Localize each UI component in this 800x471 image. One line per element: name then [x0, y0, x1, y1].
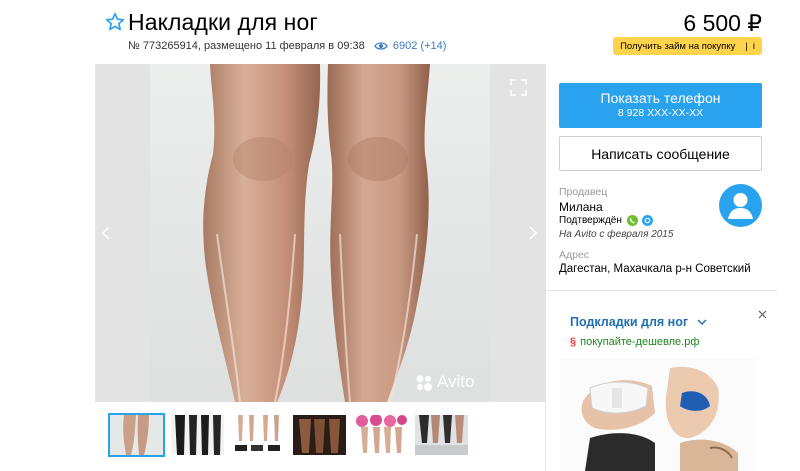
write-message-button[interactable]: Написать сообщение: [559, 136, 762, 171]
thumbnail-6[interactable]: [415, 415, 468, 455]
photo-gallery[interactable]: [95, 64, 546, 402]
seller-label: Продавец: [559, 186, 608, 198]
phone-verified-icon: [626, 215, 638, 226]
listing-number-date: № 773265914, размещено 11 февраля в 09:3…: [128, 40, 365, 52]
seller-address: Дагестан, Махачкала р-н Советский: [559, 263, 751, 275]
verified-label: Подтверждён: [559, 215, 622, 226]
ad-source-icon: §: [570, 336, 577, 348]
thumbnail-4[interactable]: [293, 415, 346, 455]
views-count[interactable]: 6902 (+14): [393, 40, 447, 52]
fullscreen-expand-icon[interactable]: [510, 79, 527, 96]
section-divider: [545, 290, 777, 291]
ad-source-url: покупайте-дешевле.рф: [580, 336, 700, 348]
loan-label: Получить займ на покупку: [620, 40, 736, 52]
ad-close-icon[interactable]: [758, 310, 767, 319]
show-phone-label: Показать телефон: [600, 90, 721, 106]
thumbnail-2[interactable]: [171, 415, 224, 455]
views-eye-icon: [374, 42, 388, 50]
loan-info-icon[interactable]: i: [753, 41, 755, 52]
thumbnail-5[interactable]: [354, 415, 407, 455]
seller-verified: Подтверждён: [559, 215, 654, 226]
avito-logo-icon: [416, 375, 432, 391]
listing-meta: № 773265914, размещено 11 февраля в 09:3…: [128, 40, 446, 52]
previous-photo-chevron-icon[interactable]: [101, 225, 111, 241]
ad-title[interactable]: Подкладки для ног: [570, 315, 688, 329]
ad-chevron-down-icon[interactable]: [697, 318, 707, 326]
seller-name[interactable]: Милана: [559, 200, 603, 214]
next-photo-chevron-icon[interactable]: [528, 225, 538, 241]
show-phone-button[interactable]: Показать телефон 8 928 XXX-XX-XX: [559, 83, 762, 128]
seller-avatar-icon[interactable]: [719, 184, 762, 227]
photo-thumbnails: [108, 413, 470, 457]
ad-source-link[interactable]: § покупайте-дешевле.рф: [570, 336, 699, 348]
thumbnail-3[interactable]: [232, 415, 285, 455]
loan-separator: |: [745, 40, 748, 52]
get-loan-button[interactable]: Получить займ на покупку | i: [613, 37, 762, 55]
avito-watermark: Avito: [414, 372, 486, 394]
favorite-star-icon[interactable]: [105, 12, 125, 32]
listing-title: Накладки для ног: [128, 9, 318, 35]
address-label: Адрес: [559, 249, 590, 261]
social-verified-icon: [642, 215, 654, 226]
watermark-text: Avito: [437, 372, 475, 391]
masked-phone-number: 8 928 XXX-XX-XX: [617, 107, 704, 119]
listing-photo[interactable]: [95, 64, 546, 402]
listing-price: 6 500 ₽: [683, 10, 762, 36]
seller-since: На Avito с февраля 2015: [559, 229, 674, 240]
ad-image[interactable]: [560, 358, 756, 471]
thumbnail-1[interactable]: [108, 413, 165, 457]
